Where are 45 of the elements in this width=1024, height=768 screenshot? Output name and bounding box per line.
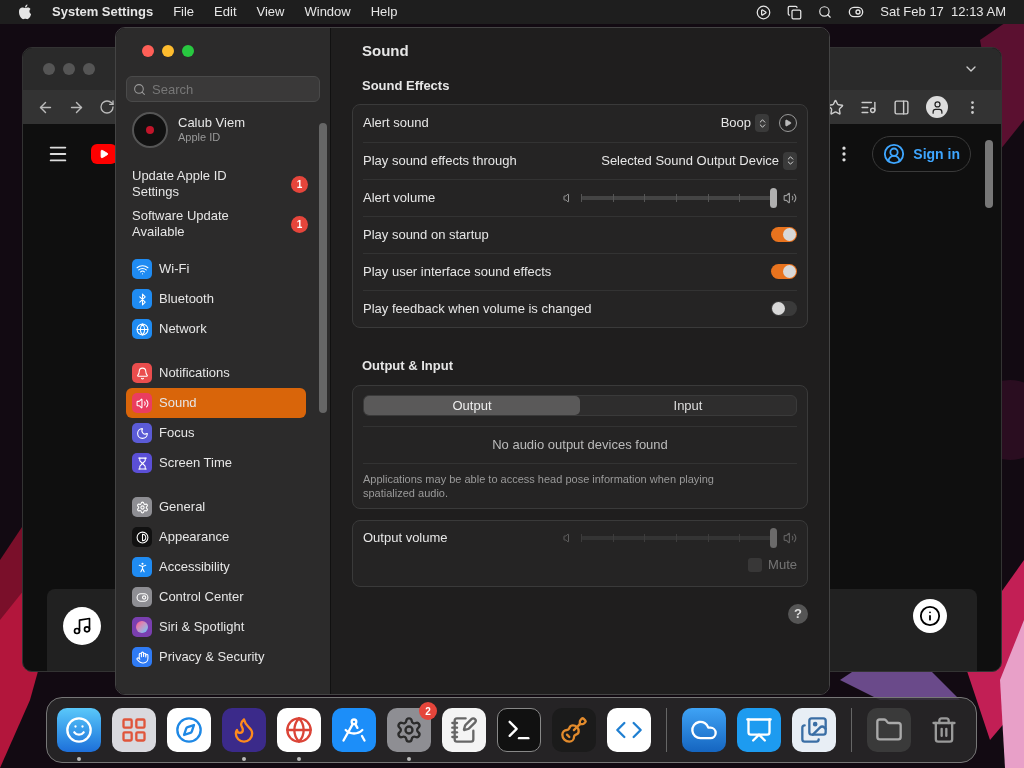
- info-note: Applications may be able to access head pose information when playing spatialized audio.: [363, 472, 715, 501]
- popup-menu[interactable]: Boop: [720, 113, 769, 133]
- sidebar-item[interactable]: Screen Time: [126, 448, 306, 478]
- clock[interactable]: Sat Feb 17 12:13 AM: [880, 2, 1006, 22]
- segment-tab[interactable]: Input: [580, 396, 796, 415]
- sidebar-item[interactable]: Control Center: [126, 582, 306, 612]
- sidebar-item[interactable]: Network: [126, 314, 306, 344]
- search-field[interactable]: Search: [126, 76, 320, 102]
- menu-item[interactable]: Help: [370, 2, 398, 22]
- sidebar-item[interactable]: Accessibility: [126, 552, 306, 582]
- notice-link[interactable]: Update Apple ID Settings: [132, 168, 257, 200]
- setting-label: Play user interface sound effects: [363, 262, 552, 281]
- checkbox-label: Mute: [768, 556, 797, 574]
- menu-item[interactable]: File: [173, 2, 195, 22]
- sidebar-item[interactable]: Appearance: [126, 522, 306, 552]
- sidebar-item[interactable]: Wi-Fi: [126, 254, 306, 284]
- app-menu[interactable]: System Settings: [52, 2, 154, 22]
- setting-label: Alert volume: [363, 188, 436, 207]
- segment-tab[interactable]: Output: [364, 396, 580, 415]
- sidebar-item[interactable]: Focus: [126, 418, 306, 448]
- account-name[interactable]: Calub Viem: [178, 115, 245, 130]
- section-heading: Sound Effects: [361, 77, 451, 95]
- window-title: Sound: [362, 40, 409, 61]
- sidebar-item[interactable]: Privacy & Security: [126, 642, 306, 672]
- popup-menu[interactable]: Selected Sound Output Device: [601, 150, 797, 171]
- notification-badge: 1: [291, 175, 308, 193]
- setting-label: Output volume: [363, 529, 448, 548]
- sidebar-item[interactable]: Bluetooth: [126, 284, 306, 314]
- notification-badge: 1: [291, 215, 308, 233]
- account-subtitle: Apple ID: [178, 130, 222, 145]
- menu-item[interactable]: Window: [304, 2, 351, 22]
- setting-label: Play feedback when volume is changed: [363, 299, 592, 318]
- notification-badge: 2: [419, 702, 437, 720]
- setting-label: Alert sound: [363, 114, 429, 133]
- sidebar-item[interactable]: Notifications: [126, 358, 306, 388]
- notice-link[interactable]: Software Update Available: [132, 208, 257, 240]
- setting-label: Play sound on startup: [363, 225, 489, 244]
- empty-message: No audio output devices found: [492, 436, 668, 455]
- sidebar-item[interactable]: Siri & Spotlight: [126, 612, 306, 642]
- setting-label: Play sound effects through: [363, 151, 517, 170]
- menu-item[interactable]: Edit: [214, 2, 237, 22]
- section-heading: Output & Input: [361, 356, 454, 375]
- sidebar-item[interactable]: General: [126, 492, 306, 522]
- menu-item[interactable]: View: [256, 2, 285, 22]
- help-button[interactable]: ?: [788, 604, 808, 624]
